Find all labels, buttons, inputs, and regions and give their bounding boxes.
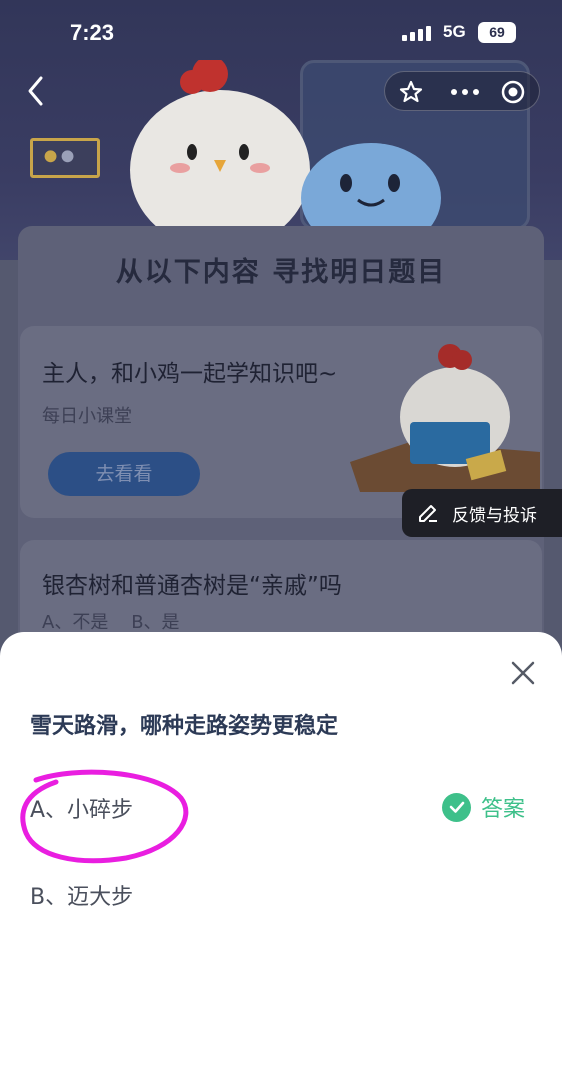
lesson-card-title: 主人，和小鸡一起学知识吧~: [42, 361, 338, 387]
lesson-card-subtitle: 每日小课堂: [42, 406, 132, 427]
award-frame-icon: [30, 138, 100, 178]
option-a[interactable]: A、小碎步: [30, 792, 133, 824]
mini-program-capsule: [384, 71, 540, 111]
back-button[interactable]: [22, 74, 52, 108]
quiz-card-options: A、不是 B、是: [42, 612, 180, 633]
close-button[interactable]: [506, 656, 540, 690]
battery-icon: 69: [478, 22, 516, 43]
check-circle-icon: [442, 792, 471, 822]
signal-icon: [402, 26, 431, 41]
answer-label: 答案: [481, 797, 526, 822]
more-button[interactable]: [443, 72, 487, 112]
answer-sheet: [0, 632, 562, 1080]
question-title: 雪天路滑，哪种走路姿势更稳定: [30, 714, 339, 739]
status-time: 7:23: [70, 20, 115, 45]
chicken-mascot-icon: [130, 60, 310, 240]
status-bar: 7:23 5G 69: [0, 0, 562, 66]
feedback-label: 反馈与投诉: [452, 505, 537, 526]
target-icon: [501, 80, 525, 104]
star-icon: [399, 80, 423, 103]
more-icon: [451, 89, 479, 95]
panel-title: 从以下内容 寻找明日题目: [115, 257, 447, 288]
feedback-button[interactable]: 反馈与投诉: [402, 489, 562, 537]
edit-icon: [419, 505, 437, 522]
close-icon: [511, 661, 535, 685]
robot-mascot-icon: [301, 143, 441, 238]
chevron-left-icon: [28, 76, 43, 106]
go-see-button[interactable]: 去看看: [48, 452, 200, 496]
exit-button[interactable]: [493, 72, 533, 112]
screen: 7:23 5G 69 从以下内容 寻找明日题目 主人，和小鸡一起学知识吧~ 每日…: [0, 0, 562, 1080]
option-b[interactable]: B、迈大步: [30, 879, 133, 911]
favorite-button[interactable]: [391, 72, 431, 112]
network-type: 5G: [443, 22, 466, 41]
quiz-card-title: 银杏树和普通杏树是“亲戚”吗: [42, 573, 342, 599]
reading-chicken-icon: [350, 344, 540, 492]
answer-badge: 答案: [442, 791, 525, 823]
